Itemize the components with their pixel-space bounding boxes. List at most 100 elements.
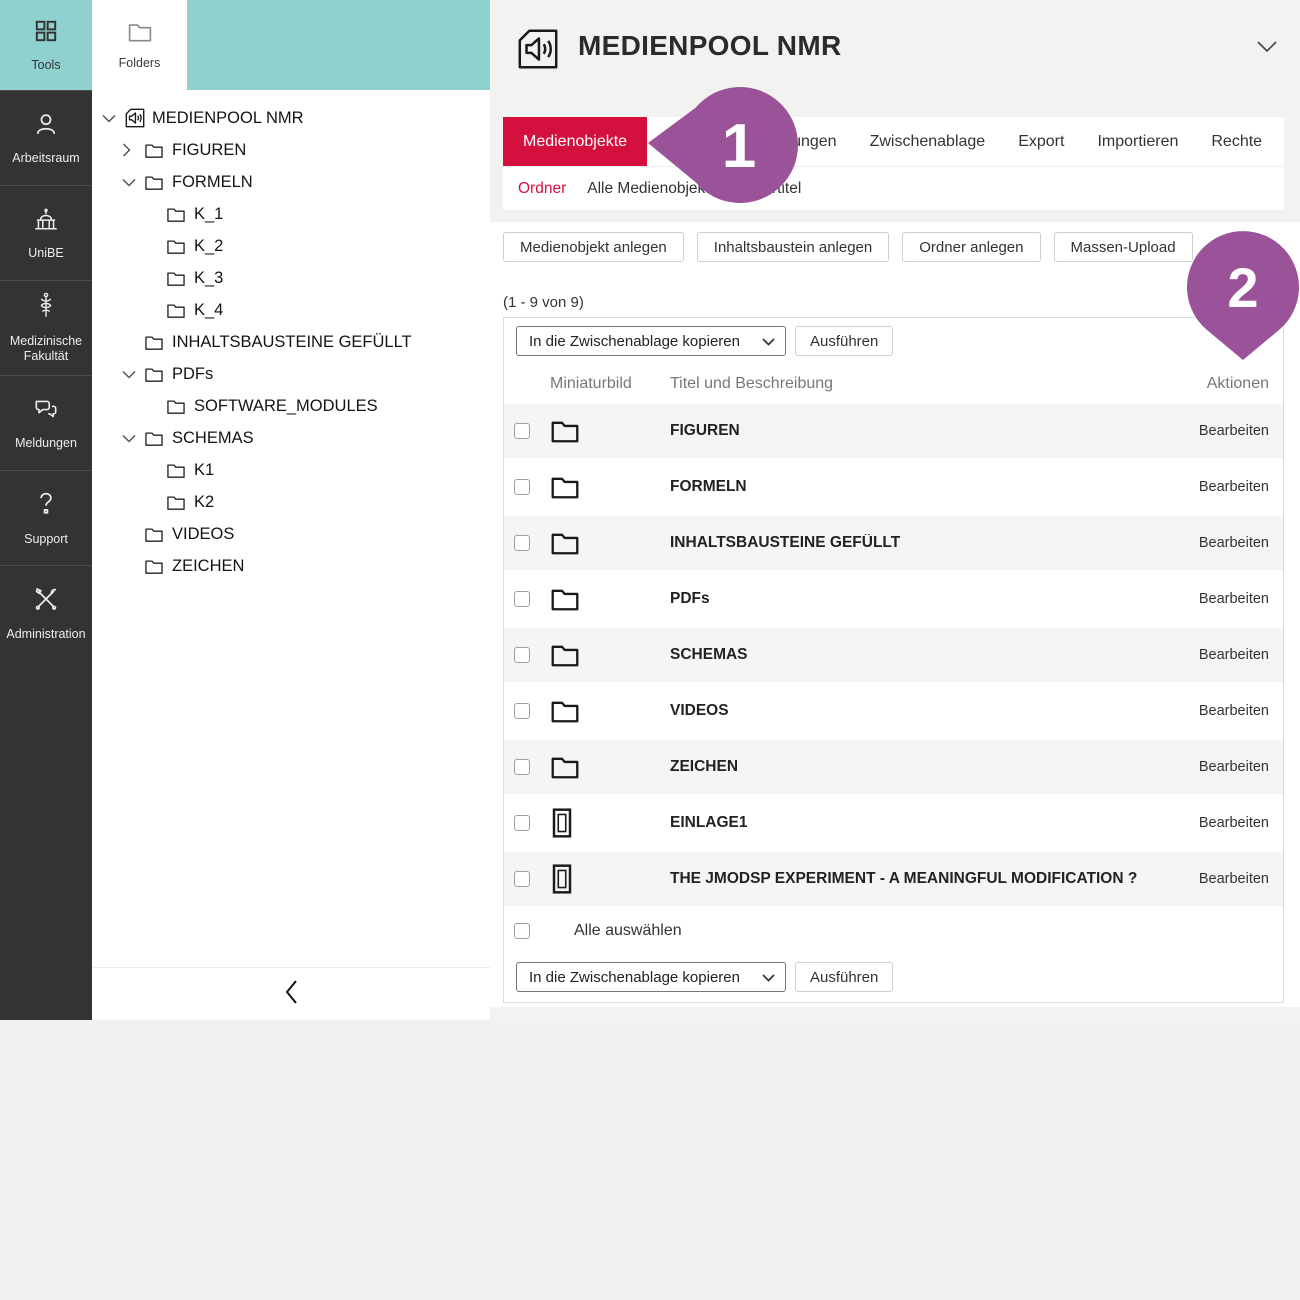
rail-item-administration[interactable]: Administration xyxy=(0,565,92,660)
edit-link[interactable]: Bearbeiten xyxy=(1149,479,1269,495)
row-checkbox[interactable] xyxy=(514,647,530,663)
bulk-action-select[interactable]: In die Zwischenablage kopieren xyxy=(516,962,786,992)
teal-header-strip xyxy=(187,0,490,90)
header-chevron-down-icon[interactable] xyxy=(1256,40,1278,58)
tree-item-k_3[interactable]: K_3 xyxy=(92,262,490,294)
tree-item-formeln[interactable]: FORMELN xyxy=(92,166,490,198)
row-title: INHALTSBAUSTEINE GEFÜLLT xyxy=(670,534,1149,552)
create-folder-button[interactable]: Ordner anlegen xyxy=(902,232,1040,262)
create-content-block-button[interactable]: Inhaltsbaustein anlegen xyxy=(697,232,889,262)
subtab-ordner[interactable]: Ordner xyxy=(518,180,566,198)
tab-zwischenablage[interactable]: Zwischenablage xyxy=(870,133,986,151)
main-panel: MEDIENPOOL NMR Medienobjekte ungen Zwisc… xyxy=(490,0,1300,1020)
table-row[interactable]: VIDEOS Bearbeiten xyxy=(504,684,1283,740)
row-checkbox[interactable] xyxy=(514,871,530,887)
tree-item-software_modules[interactable]: SOFTWARE_MODULES xyxy=(92,390,490,422)
chevron-down-icon[interactable] xyxy=(122,370,144,379)
tree-item-label: INHALTSBAUSTEINE GEFÜLLT xyxy=(172,333,412,352)
rail-item-support[interactable]: Support xyxy=(0,470,92,565)
folder-icon xyxy=(550,530,670,556)
bulk-action-select[interactable]: In die Zwischenablage kopieren xyxy=(516,326,786,356)
tab-export[interactable]: Export xyxy=(1018,133,1064,151)
edit-link[interactable]: Bearbeiten xyxy=(1149,703,1269,719)
row-checkbox[interactable] xyxy=(514,815,530,831)
chevron-down-icon[interactable] xyxy=(102,114,124,123)
row-checkbox[interactable] xyxy=(514,423,530,439)
row-checkbox[interactable] xyxy=(514,591,530,607)
select-all-row: Alle auswählen xyxy=(504,908,1283,954)
tools-icon xyxy=(32,585,60,618)
edit-link[interactable]: Bearbeiten xyxy=(1149,815,1269,831)
annotation-pin-2-number: 2 xyxy=(1227,256,1258,319)
collapse-panel-chevron-left-icon[interactable] xyxy=(274,975,309,1014)
select-all-checkbox[interactable] xyxy=(514,923,530,939)
tab-medienobjekte[interactable]: Medienobjekte xyxy=(503,117,647,166)
question-icon xyxy=(35,490,57,523)
row-title: PDFs xyxy=(670,590,1149,608)
tree-item-figuren[interactable]: FIGUREN xyxy=(92,134,490,166)
table-row[interactable]: FORMELN Bearbeiten xyxy=(504,460,1283,516)
folder-icon xyxy=(550,698,670,724)
person-icon xyxy=(33,111,59,142)
folder-panel-header: Folders xyxy=(92,0,490,90)
tab-importieren[interactable]: Importieren xyxy=(1097,133,1178,151)
rail-filler xyxy=(0,660,92,1020)
tree-item-k_4[interactable]: K_4 xyxy=(92,294,490,326)
folder-panel: Folders MEDIENPOOL NMR FIGUREN FORMELN xyxy=(92,0,490,1020)
folders-tab[interactable]: Folders xyxy=(92,0,187,90)
edit-link[interactable]: Bearbeiten xyxy=(1149,759,1269,775)
tree-item-medienpool-nmr[interactable]: MEDIENPOOL NMR xyxy=(92,102,490,134)
mass-upload-button[interactable]: Massen-Upload xyxy=(1054,232,1193,262)
folder-icon xyxy=(166,270,194,287)
table-row[interactable]: EINLAGE1 Bearbeiten xyxy=(504,796,1283,852)
edit-link[interactable]: Bearbeiten xyxy=(1149,871,1269,887)
execute-button[interactable]: Ausführen xyxy=(795,962,893,992)
tree-item-k_1[interactable]: K_1 xyxy=(92,198,490,230)
tree-item-pdfs[interactable]: PDFs xyxy=(92,358,490,390)
edit-link[interactable]: Bearbeiten xyxy=(1149,535,1269,551)
annotation-pin-1: 1 xyxy=(640,80,808,210)
tree-item-zeichen[interactable]: ZEICHEN xyxy=(92,550,490,582)
rail-item-label: Arbeitsraum xyxy=(9,151,82,166)
execute-button[interactable]: Ausführen xyxy=(795,326,893,356)
table-row[interactable]: INHALTSBAUSTEINE GEFÜLLT Bearbeiten xyxy=(504,516,1283,572)
building-icon xyxy=(32,206,60,237)
rail-item-arbeitsraum[interactable]: Arbeitsraum xyxy=(0,90,92,185)
content-panel: Medienobjekt anlegen Inhaltsbaustein anl… xyxy=(490,222,1300,1007)
edit-link[interactable]: Bearbeiten xyxy=(1149,423,1269,439)
staff-icon xyxy=(34,292,58,325)
row-checkbox[interactable] xyxy=(514,479,530,495)
tree-item-inhaltsbausteine-gefuellt[interactable]: INHALTSBAUSTEINE GEFÜLLT xyxy=(92,326,490,358)
chevron-down-icon[interactable] xyxy=(122,434,144,443)
table-row[interactable]: PDFs Bearbeiten xyxy=(504,572,1283,628)
edit-link[interactable]: Bearbeiten xyxy=(1149,647,1269,663)
table-row[interactable]: SCHEMAS Bearbeiten xyxy=(504,628,1283,684)
tree-item-k1[interactable]: K1 xyxy=(92,454,490,486)
action-button-row: Medienobjekt anlegen Inhaltsbaustein anl… xyxy=(503,232,1284,262)
rail-item-medizinische-fakultaet[interactable]: Medizinische Fakultät xyxy=(0,280,92,375)
folder-icon xyxy=(166,206,194,223)
mediapool-icon xyxy=(124,107,152,129)
tree-item-schemas[interactable]: SCHEMAS xyxy=(92,422,490,454)
table-row[interactable]: FIGUREN Bearbeiten xyxy=(504,404,1283,460)
row-checkbox[interactable] xyxy=(514,703,530,719)
rail-item-tools[interactable]: Tools xyxy=(0,0,92,90)
tree-item-videos[interactable]: VIDEOS xyxy=(92,518,490,550)
tree-item-k_2[interactable]: K_2 xyxy=(92,230,490,262)
edit-link[interactable]: Bearbeiten xyxy=(1149,591,1269,607)
table-row[interactable]: ZEICHEN Bearbeiten xyxy=(504,740,1283,796)
row-checkbox[interactable] xyxy=(514,535,530,551)
folder-icon xyxy=(144,526,172,543)
row-title: ZEICHEN xyxy=(670,758,1149,776)
table-row[interactable]: THE JMODSP EXPERIMENT - A MEANINGFUL MOD… xyxy=(504,852,1283,908)
chevron-down-icon[interactable] xyxy=(122,178,144,187)
chevron-right-icon[interactable] xyxy=(122,143,144,157)
rail-item-meldungen[interactable]: Meldungen xyxy=(0,375,92,470)
rail-item-unibe[interactable]: UniBE xyxy=(0,185,92,280)
tree-item-label: K_1 xyxy=(194,205,223,224)
create-media-object-button[interactable]: Medienobjekt anlegen xyxy=(503,232,684,262)
tab-rechte[interactable]: Rechte xyxy=(1211,133,1262,151)
row-checkbox[interactable] xyxy=(514,759,530,775)
tree-item-k2[interactable]: K2 xyxy=(92,486,490,518)
folder-icon xyxy=(166,302,194,319)
